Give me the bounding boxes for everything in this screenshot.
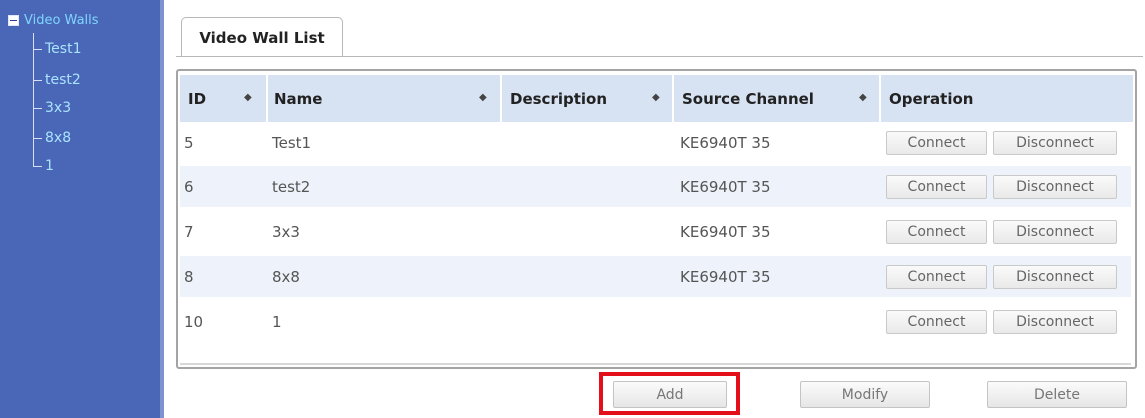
cell-id: 5	[184, 133, 194, 152]
column-header-id[interactable]: ID ◆	[180, 75, 266, 122]
column-header-description[interactable]: Description ◆	[502, 75, 672, 122]
tree-item-8x8[interactable]: 8x8	[33, 128, 71, 148]
cell-id: 6	[184, 177, 194, 196]
cell-id: 10	[184, 312, 204, 331]
cell-name: 8x8	[272, 267, 300, 286]
tree-item-label: 8x8	[45, 130, 72, 146]
tree-item-1[interactable]: 1	[33, 156, 54, 176]
connect-button[interactable]: Connect	[886, 265, 987, 289]
cell-id: 7	[184, 222, 194, 241]
column-header-name[interactable]: Name ◆	[268, 75, 500, 122]
disconnect-button[interactable]: Disconnect	[993, 131, 1117, 155]
collapse-icon[interactable]	[8, 15, 19, 26]
disconnect-button[interactable]: Disconnect	[993, 175, 1117, 199]
tree-item-label: Test1	[45, 41, 82, 57]
tab-video-wall-list[interactable]: Video Wall List	[181, 17, 343, 57]
cell-name: 3x3	[272, 222, 300, 241]
sidebar-divider	[160, 0, 164, 418]
cell-name: 1	[272, 312, 282, 331]
table-row: 10 1 Connect Disconnect	[180, 301, 1131, 342]
table-header: ID ◆ Name ◆ Description ◆ Source Channel…	[180, 75, 1133, 122]
disconnect-button[interactable]: Disconnect	[993, 220, 1117, 244]
sort-icon[interactable]: ◆	[479, 92, 487, 103]
table-row: 6 test2 KE6940T 35 Connect Disconnect	[180, 166, 1131, 207]
tree-root-video-walls[interactable]: Video Walls	[8, 13, 99, 28]
add-button-highlight	[599, 372, 740, 415]
sidebar-tree: Video Walls Test1 test2 3x3 8x8 1	[0, 0, 160, 418]
video-wall-table: ID ◆ Name ◆ Description ◆ Source Channel…	[176, 69, 1137, 369]
sort-icon[interactable]: ◆	[859, 92, 867, 103]
sort-icon[interactable]: ◆	[652, 92, 660, 103]
modify-button[interactable]: Modify	[800, 381, 930, 408]
tree-item-test2[interactable]: test2	[33, 70, 81, 90]
connect-button[interactable]: Connect	[886, 131, 987, 155]
cell-name: test2	[272, 177, 311, 196]
table-row: 8 8x8 KE6940T 35 Connect Disconnect	[180, 256, 1131, 297]
sort-icon[interactable]: ◆	[244, 92, 252, 103]
tree-item-label: test2	[45, 72, 81, 88]
tab-underline	[176, 56, 1143, 57]
cell-source-channel: KE6940T 35	[680, 133, 771, 152]
cell-id: 8	[184, 267, 194, 286]
tree-item-label: 3x3	[45, 100, 72, 116]
connect-button[interactable]: Connect	[886, 310, 987, 334]
disconnect-button[interactable]: Disconnect	[993, 310, 1117, 334]
tree-item-test1[interactable]: Test1	[33, 39, 81, 59]
column-header-operation: Operation	[881, 75, 1133, 122]
cell-name: Test1	[272, 133, 312, 152]
cell-source-channel: KE6940T 35	[680, 267, 771, 286]
connect-button[interactable]: Connect	[886, 175, 987, 199]
tree-root-label: Video Walls	[24, 13, 99, 28]
delete-button[interactable]: Delete	[987, 381, 1127, 408]
table-row: 5 Test1 KE6940T 35 Connect Disconnect	[180, 122, 1131, 163]
table-row: 7 3x3 KE6940T 35 Connect Disconnect	[180, 211, 1131, 252]
cell-source-channel: KE6940T 35	[680, 177, 771, 196]
tree-item-3x3[interactable]: 3x3	[33, 98, 71, 118]
connect-button[interactable]: Connect	[886, 220, 987, 244]
horizontal-scrollbar[interactable]	[180, 363, 1131, 365]
cell-source-channel: KE6940T 35	[680, 222, 771, 241]
column-header-source-channel[interactable]: Source Channel ◆	[674, 75, 879, 122]
disconnect-button[interactable]: Disconnect	[993, 265, 1117, 289]
tree-item-label: 1	[45, 158, 54, 174]
